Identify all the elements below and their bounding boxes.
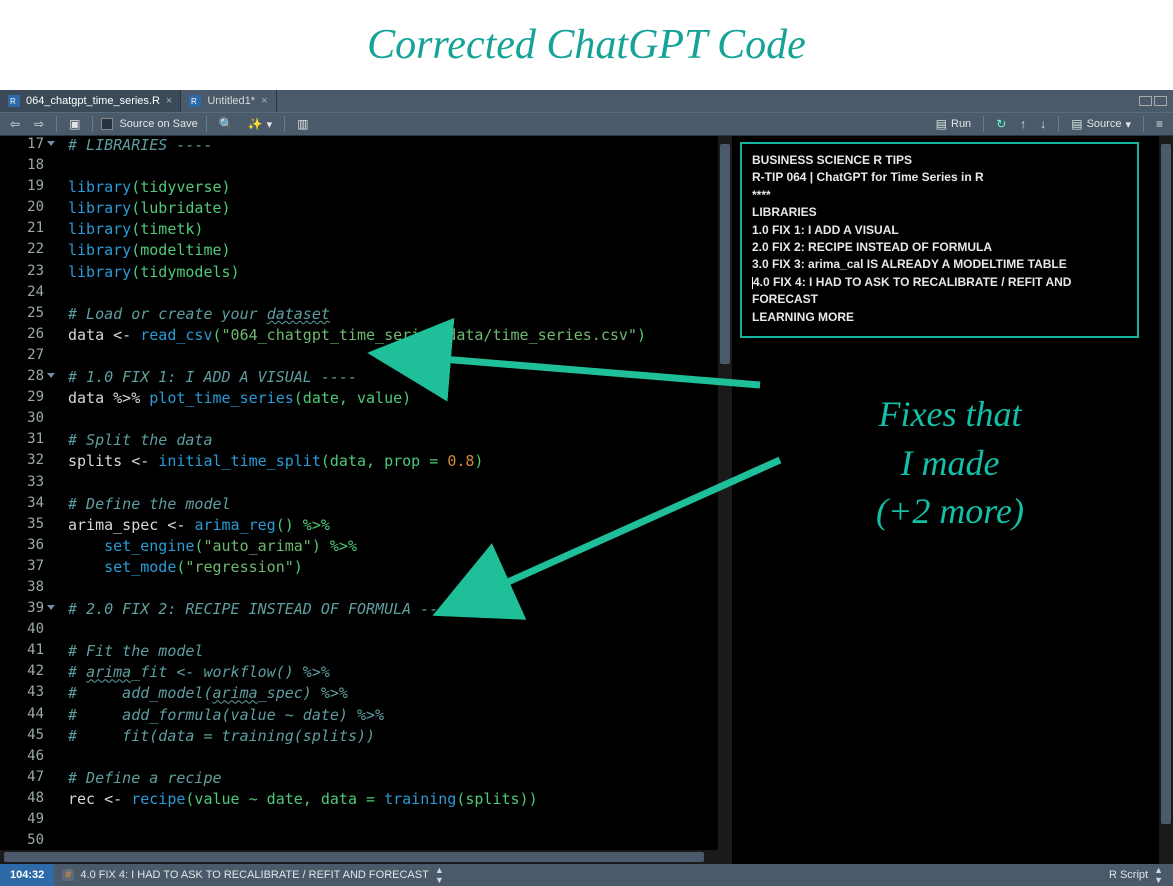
svg-text:R: R bbox=[191, 97, 197, 106]
forward-button[interactable]: ⇨ bbox=[30, 115, 48, 133]
back-button[interactable]: ⇦ bbox=[6, 115, 24, 133]
tab-file-1[interactable]: R 064_chatgpt_time_series.R × bbox=[0, 90, 181, 112]
outline-item[interactable]: R-TIP 064 | ChatGPT for Time Series in R bbox=[752, 169, 1127, 186]
run-button[interactable]: ▤ Run bbox=[932, 115, 976, 133]
wand-icon: ✨ bbox=[248, 117, 263, 131]
scrollbar-thumb[interactable] bbox=[4, 852, 704, 862]
outline-toggle-button[interactable]: ≡ bbox=[1152, 115, 1167, 133]
cursor-position[interactable]: 104:32 bbox=[0, 864, 54, 886]
rstudio-editor: R 064_chatgpt_time_series.R × R Untitled… bbox=[0, 90, 1173, 886]
outline-item[interactable]: LEARNING MORE bbox=[752, 309, 1127, 326]
scrollbar-thumb[interactable] bbox=[1161, 144, 1171, 824]
updown-icon: ▲▼ bbox=[435, 865, 444, 885]
outline-item: **** bbox=[752, 187, 1127, 204]
outline-scrollbar[interactable] bbox=[1159, 136, 1173, 864]
page-header: Corrected ChatGPT Code bbox=[0, 0, 1173, 90]
close-icon[interactable]: × bbox=[261, 95, 267, 107]
search-icon: 🔍 bbox=[219, 117, 234, 131]
up-button[interactable]: ↑ bbox=[1016, 115, 1030, 133]
source-button[interactable]: ▤ Source ▾ bbox=[1067, 115, 1135, 133]
arrow-down-icon: ↓ bbox=[1040, 117, 1046, 131]
code-lines: 17# LIBRARIES ---- 18 19library(tidyvers… bbox=[0, 136, 732, 853]
tabs-bar: R 064_chatgpt_time_series.R × R Untitled… bbox=[0, 90, 1173, 112]
arrow-up-icon: ↑ bbox=[1020, 117, 1026, 131]
page-title: Corrected ChatGPT Code bbox=[367, 21, 806, 69]
find-button[interactable]: 🔍 bbox=[215, 115, 238, 133]
vertical-scrollbar[interactable] bbox=[718, 136, 732, 864]
outline-item[interactable]: LIBRARIES bbox=[752, 204, 1127, 221]
outline-item[interactable]: 4.0 FIX 4: I HAD TO ASK TO RECALIBRATE /… bbox=[752, 274, 1127, 309]
window-controls bbox=[1139, 90, 1173, 112]
outline-pane: BUSINESS SCIENCE R TIPS R-TIP 064 | Chat… bbox=[732, 136, 1173, 864]
run-icon: ▤ bbox=[936, 117, 947, 131]
down-button[interactable]: ↓ bbox=[1036, 115, 1050, 133]
outline-item[interactable]: BUSINESS SCIENCE R TIPS bbox=[752, 152, 1127, 169]
source-on-save-label: Source on Save bbox=[119, 118, 197, 130]
section-breadcrumb[interactable]: # 4.0 FIX 4: I HAD TO ASK TO RECALIBRATE… bbox=[54, 864, 451, 886]
source-icon: ▤ bbox=[1071, 117, 1082, 131]
editor-toolbar: ⇦ ⇨ ▣ Source on Save 🔍 ✨▾ ▥ ▤ Run ↻ ↑ ↓ … bbox=[0, 112, 1173, 136]
minimize-icon[interactable] bbox=[1139, 96, 1152, 106]
tab-file-2[interactable]: R Untitled1* × bbox=[181, 90, 276, 112]
horizontal-scrollbar[interactable] bbox=[0, 850, 732, 864]
tab-label: 064_chatgpt_time_series.R bbox=[26, 95, 160, 107]
rerun-button[interactable]: ↻ bbox=[992, 115, 1010, 133]
close-icon[interactable]: × bbox=[166, 95, 172, 107]
source-on-save-checkbox[interactable] bbox=[101, 118, 113, 130]
scrollbar-thumb[interactable] bbox=[720, 144, 730, 364]
wand-button[interactable]: ✨▾ bbox=[244, 115, 276, 133]
notebook-button[interactable]: ▥ bbox=[293, 115, 312, 133]
language-indicator[interactable]: R Script ▲▼ bbox=[1099, 865, 1173, 885]
hash-icon: # bbox=[62, 869, 74, 881]
r-file-icon: R bbox=[189, 95, 201, 107]
svg-text:R: R bbox=[10, 97, 16, 106]
updown-icon: ▲▼ bbox=[1154, 865, 1163, 885]
arrow-left-icon: ⇦ bbox=[10, 117, 20, 131]
outline-list: BUSINESS SCIENCE R TIPS R-TIP 064 | Chat… bbox=[740, 142, 1139, 338]
outline-icon: ≡ bbox=[1156, 117, 1163, 131]
save-button[interactable]: ▣ bbox=[65, 115, 84, 133]
code-editor[interactable]: 17# LIBRARIES ---- 18 19library(tidyvers… bbox=[0, 136, 732, 864]
r-file-icon: R bbox=[8, 95, 20, 107]
maximize-icon[interactable] bbox=[1154, 96, 1167, 106]
notebook-icon: ▥ bbox=[297, 117, 308, 131]
arrow-right-icon: ⇨ bbox=[34, 117, 44, 131]
editor-body: 17# LIBRARIES ---- 18 19library(tidyvers… bbox=[0, 136, 1173, 864]
outline-item[interactable]: 3.0 FIX 3: arima_cal IS ALREADY A MODELT… bbox=[752, 256, 1127, 273]
rerun-icon: ↻ bbox=[996, 117, 1006, 131]
save-icon: ▣ bbox=[69, 117, 80, 131]
outline-item[interactable]: 2.0 FIX 2: RECIPE INSTEAD OF FORMULA bbox=[752, 239, 1127, 256]
status-bar: 104:32 # 4.0 FIX 4: I HAD TO ASK TO RECA… bbox=[0, 864, 1173, 886]
outline-item[interactable]: 1.0 FIX 1: I ADD A VISUAL bbox=[752, 222, 1127, 239]
tab-label: Untitled1* bbox=[207, 95, 255, 107]
